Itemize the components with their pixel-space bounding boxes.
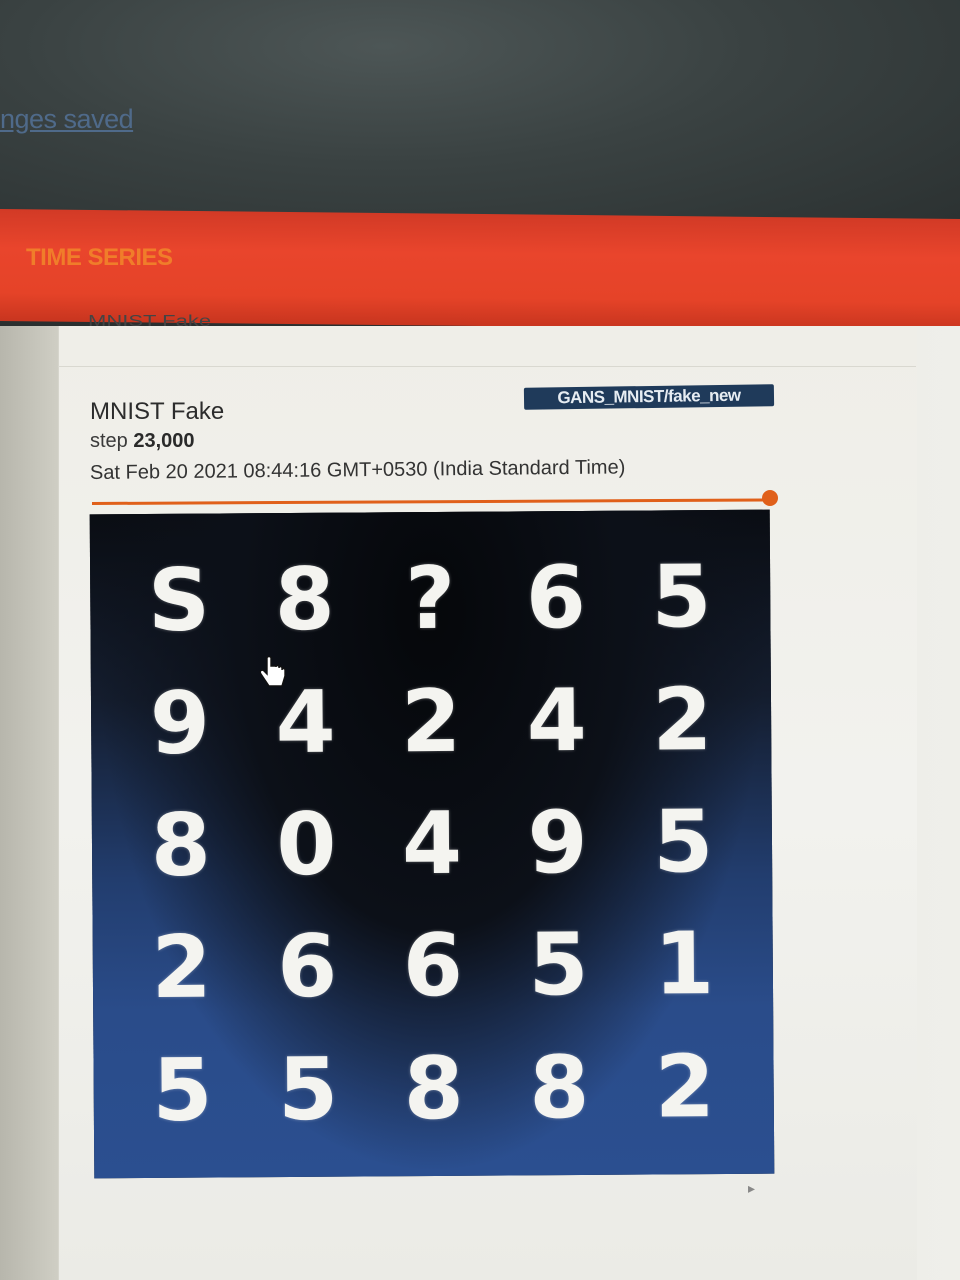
left-gutter [0, 326, 58, 1280]
digit-cell: 2 [654, 1036, 716, 1138]
digit-cell: 5 [277, 1039, 339, 1140]
digit-cell: 8 [274, 549, 335, 651]
digit-cell: 9 [527, 792, 588, 894]
digit-cell: 5 [152, 1040, 213, 1141]
step-text: step [90, 430, 128, 452]
digit-cell: 5 [651, 547, 712, 648]
tab-time-series[interactable]: TIME SERIES [26, 244, 173, 272]
digit-cell: 5 [652, 792, 714, 893]
digit-cell: 8 [403, 1038, 464, 1139]
digit-cell: 6 [525, 548, 587, 649]
run-tag-badge: GANS_MNIST/fake_new [523, 384, 775, 410]
digit-cell: ? [404, 549, 456, 650]
hand-pointer-icon [259, 656, 286, 687]
card-group-header: MNIST Fake [88, 311, 212, 330]
monitor-top-area [0, 0, 960, 232]
digit-grid: S 8 ? 6 5 9 4 2 4 2 8 0 4 9 5 2 6 6 5 1 … [116, 536, 748, 1152]
digit-cell: 4 [401, 793, 463, 895]
card-title: MNIST Fake [90, 398, 225, 425]
step-value: 23,000 [133, 430, 195, 452]
digit-cell: 2 [151, 917, 212, 1019]
card-divider [58, 366, 916, 367]
digit-cell: 1 [653, 914, 715, 1015]
digit-cell: S [147, 550, 211, 652]
digit-cell: 0 [276, 794, 337, 896]
digit-cell: 6 [402, 916, 464, 1017]
step-label: step 23,000 [90, 430, 195, 453]
save-status-link[interactable]: nges saved [0, 104, 134, 135]
digit-cell: 2 [652, 669, 713, 771]
digit-cell: 4 [526, 670, 588, 771]
digit-cell: 2 [400, 671, 462, 772]
digit-cell: 8 [150, 795, 212, 896]
generated-image[interactable]: S 8 ? 6 5 9 4 2 4 2 8 0 4 9 5 2 6 6 5 1 … [89, 509, 775, 1179]
digit-cell: 8 [529, 1037, 590, 1139]
triangle-right-icon[interactable]: ▸ [748, 1180, 755, 1197]
step-slider-thumb[interactable] [762, 490, 778, 506]
digit-cell: 5 [528, 915, 589, 1016]
digit-cell: 9 [149, 673, 211, 774]
digit-cell: 6 [276, 917, 338, 1018]
